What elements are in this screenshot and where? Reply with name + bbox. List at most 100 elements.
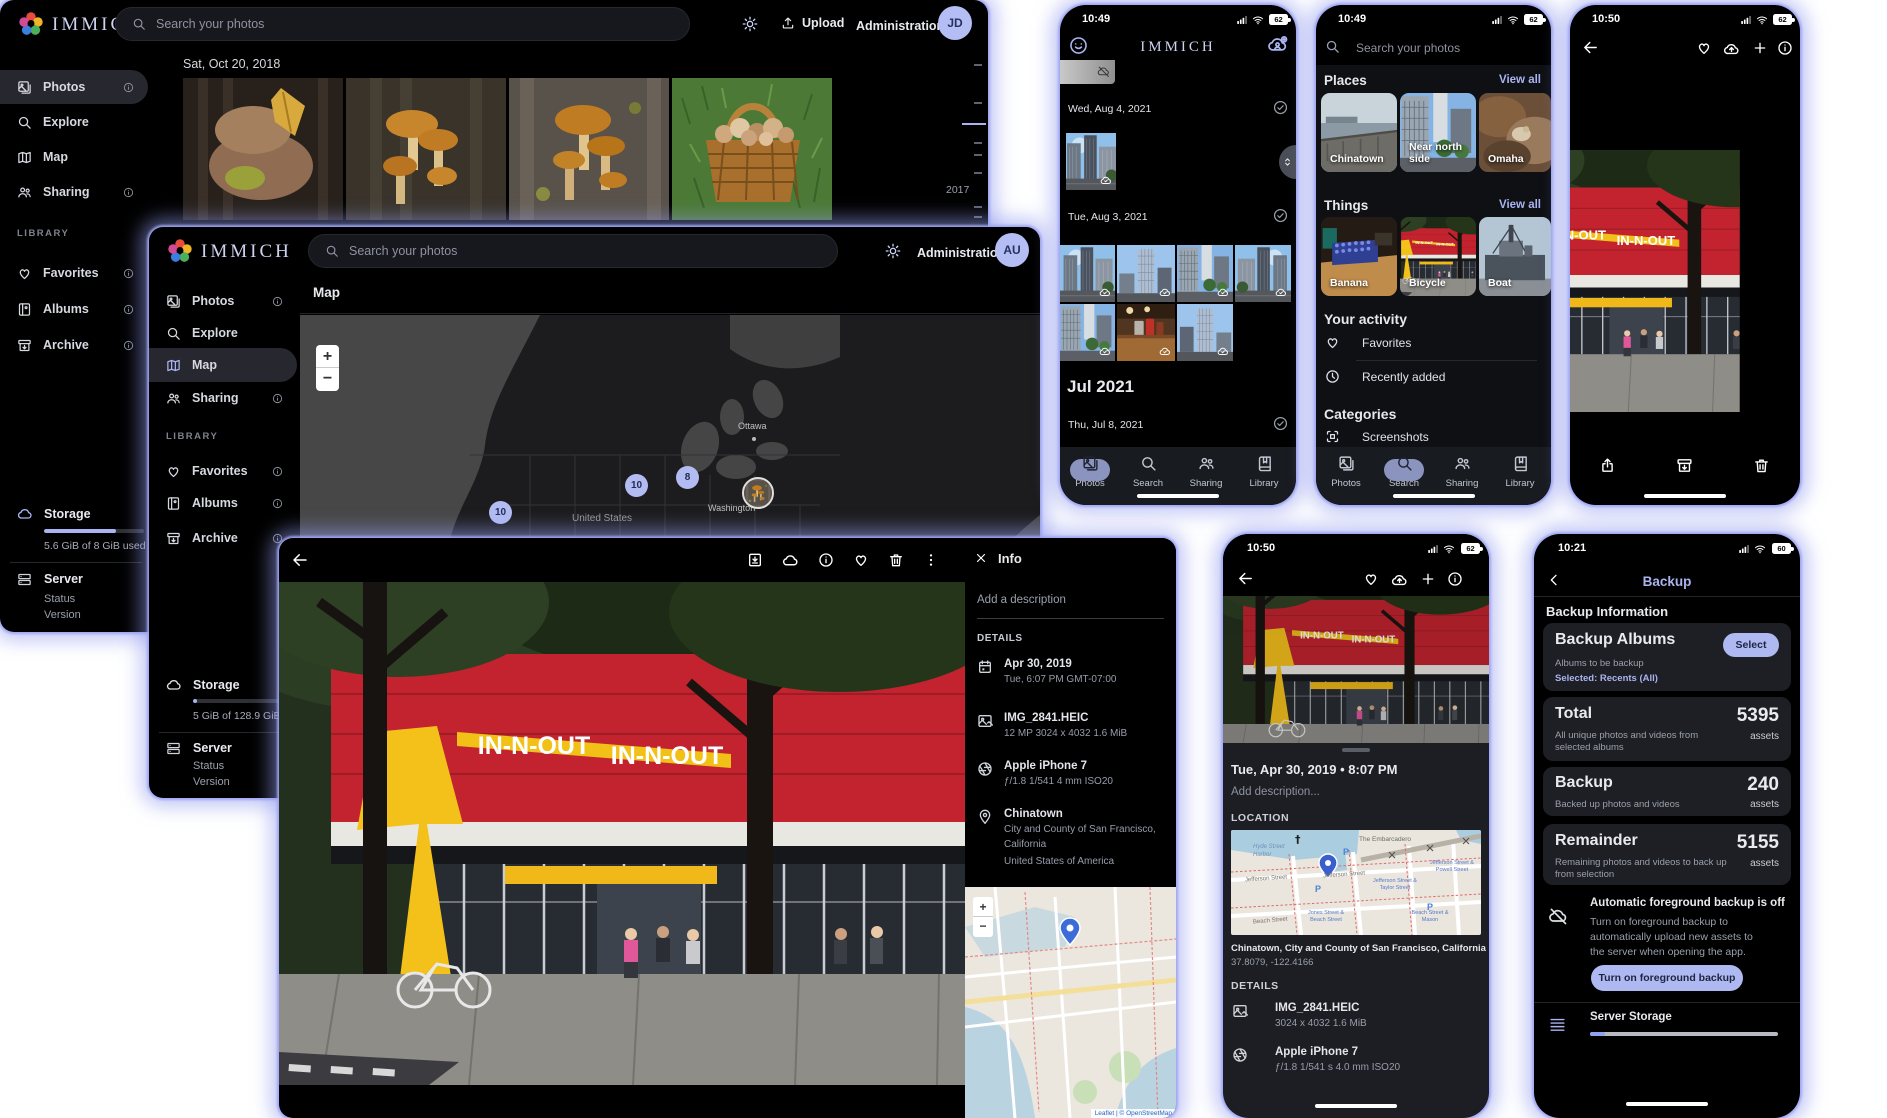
location-mini-map[interactable]: + − Leaflet | © OpenStreetMap — [965, 887, 1176, 1118]
search-input[interactable]: Search your photos — [308, 234, 838, 268]
photo-thumbnail[interactable] — [183, 78, 343, 220]
upload-button[interactable]: Upload — [781, 16, 844, 30]
search-input[interactable]: Search your photos — [1356, 41, 1460, 55]
sidebar-item-archive[interactable]: Archive — [0, 328, 148, 362]
turn-on-foreground-backup-button[interactable]: Turn on foreground backup — [1591, 965, 1743, 991]
close-icon[interactable] — [974, 551, 988, 565]
photo-preview-strip[interactable] — [1223, 596, 1489, 743]
map-cluster-marker[interactable]: 10 — [625, 474, 648, 497]
info-icon[interactable] — [818, 552, 834, 568]
detail-row-location[interactable]: ChinatownCity and County of San Francisc… — [977, 808, 1156, 869]
nav-item-photos[interactable]: Photos — [1062, 455, 1118, 489]
place-card[interactable]: Chinatown — [1321, 93, 1397, 172]
favorite-heart-icon[interactable] — [1363, 571, 1379, 587]
more-kebab-icon[interactable] — [923, 552, 939, 568]
sidebar-item-albums[interactable]: Albums — [0, 292, 148, 326]
place-card[interactable]: Omaha — [1479, 93, 1551, 172]
photo-thumbnail[interactable] — [1235, 245, 1291, 302]
category-screenshots[interactable]: Screenshots — [1316, 429, 1429, 444]
cloud-upload-icon[interactable] — [1391, 571, 1408, 588]
share-icon[interactable] — [1599, 457, 1616, 474]
photo-thumbnail[interactable] — [1060, 304, 1115, 361]
nav-item-library[interactable]: Library — [1492, 455, 1548, 489]
location-map[interactable]: PPP † The Embarcadero Hyde Street Harbor… — [1231, 830, 1481, 935]
select-check-icon[interactable] — [1273, 100, 1288, 115]
description-input[interactable]: Add description... — [1231, 786, 1320, 798]
thing-card[interactable]: Bicycle — [1400, 217, 1476, 296]
archive-icon[interactable] — [1676, 457, 1693, 474]
sidebar-item-albums[interactable]: Albums — [149, 486, 297, 520]
administration-link[interactable]: Administration — [917, 246, 1005, 260]
sheet-drag-handle[interactable] — [1342, 748, 1370, 752]
photo-viewer-image[interactable] — [1570, 150, 1800, 412]
cloud-upload-icon[interactable] — [1723, 40, 1740, 57]
sidebar-item-explore[interactable]: Explore — [0, 105, 148, 139]
theme-sun-icon[interactable] — [742, 16, 758, 32]
thing-card[interactable]: Boat — [1479, 217, 1551, 296]
trash-icon[interactable] — [888, 552, 904, 568]
nav-item-search[interactable]: Search — [1376, 455, 1432, 489]
map-cluster-marker[interactable]: 8 — [676, 466, 699, 489]
photo-thumbnail[interactable] — [1117, 245, 1175, 302]
nav-item-photos[interactable]: Photos — [1318, 455, 1374, 489]
photo-thumbnail[interactable] — [1177, 304, 1233, 361]
sidebar-item-photos[interactable]: Photos — [0, 70, 148, 104]
map-cluster-marker[interactable]: 10 — [489, 501, 512, 524]
sidebar-item-archive[interactable]: Archive — [149, 521, 297, 555]
select-check-icon[interactable] — [1273, 416, 1288, 431]
administration-link[interactable]: Administration — [856, 19, 944, 33]
zoom-out-button[interactable]: − — [973, 917, 993, 936]
select-check-icon[interactable] — [1273, 208, 1288, 223]
photo-thumbnail[interactable] — [672, 78, 832, 220]
things-view-all[interactable]: View all — [1499, 199, 1541, 211]
nav-item-sharing[interactable]: Sharing — [1178, 455, 1234, 489]
photo-thumbnail[interactable] — [1066, 133, 1116, 190]
sidebar-item-photos[interactable]: Photos — [149, 284, 297, 318]
photo-thumbnail[interactable] — [1060, 245, 1115, 302]
sidebar-item-favorites[interactable]: Favorites — [149, 454, 297, 488]
timeline-scrubber-handle[interactable] — [962, 123, 986, 125]
select-button[interactable]: Select — [1723, 633, 1779, 657]
photo-thumbnail[interactable] — [1117, 304, 1175, 361]
plus-icon[interactable] — [1752, 40, 1768, 56]
place-card[interactable]: Near north side — [1400, 93, 1476, 172]
back-icon[interactable] — [291, 551, 309, 569]
favorite-heart-icon[interactable] — [853, 552, 869, 568]
activity-recently-added[interactable]: Recently added — [1316, 369, 1445, 384]
avatar[interactable]: AU — [995, 233, 1029, 267]
zoom-in-button[interactable]: + — [316, 345, 339, 368]
backup-cloud-icon[interactable] — [1267, 35, 1288, 56]
theme-sun-icon[interactable] — [885, 243, 901, 259]
sidebar-item-sharing[interactable]: Sharing — [0, 175, 148, 209]
thing-card[interactable]: Banana — [1321, 217, 1397, 296]
description-input[interactable]: Add a description — [977, 594, 1164, 619]
avatar[interactable]: JD — [938, 6, 972, 40]
photo-thumbnail-partial[interactable] — [1060, 60, 1115, 84]
photo-thumbnail[interactable] — [346, 78, 506, 220]
nav-item-sharing[interactable]: Sharing — [1434, 455, 1490, 489]
back-icon[interactable] — [1237, 570, 1254, 587]
search-input[interactable]: Search your photos — [115, 7, 690, 41]
zoom-in-button[interactable]: + — [973, 897, 993, 917]
map-photo-marker[interactable] — [742, 477, 774, 509]
nav-item-library[interactable]: Library — [1236, 455, 1292, 489]
trash-icon[interactable] — [1753, 457, 1770, 474]
info-icon[interactable] — [1777, 40, 1793, 56]
cloud-icon[interactable] — [782, 552, 799, 569]
timeline-scrollbar-handle[interactable] — [1279, 145, 1296, 179]
photo-thumbnail[interactable] — [1177, 245, 1233, 302]
sidebar-item-map[interactable]: Map — [149, 348, 297, 382]
activity-favorites[interactable]: Favorites — [1316, 335, 1411, 350]
places-view-all[interactable]: View all — [1499, 74, 1541, 86]
plus-icon[interactable] — [1420, 571, 1436, 587]
photo-thumbnail[interactable] — [509, 78, 669, 220]
info-icon[interactable] — [1447, 571, 1463, 587]
back-icon[interactable] — [1582, 39, 1599, 56]
zoom-out-button[interactable]: − — [316, 368, 339, 390]
photo-viewer-image[interactable] — [279, 582, 965, 1085]
download-icon[interactable] — [747, 552, 763, 568]
nav-item-search[interactable]: Search — [1120, 455, 1176, 489]
sidebar-item-sharing[interactable]: Sharing — [149, 381, 297, 415]
sidebar-item-map[interactable]: Map — [0, 140, 148, 174]
sidebar-item-explore[interactable]: Explore — [149, 316, 297, 350]
